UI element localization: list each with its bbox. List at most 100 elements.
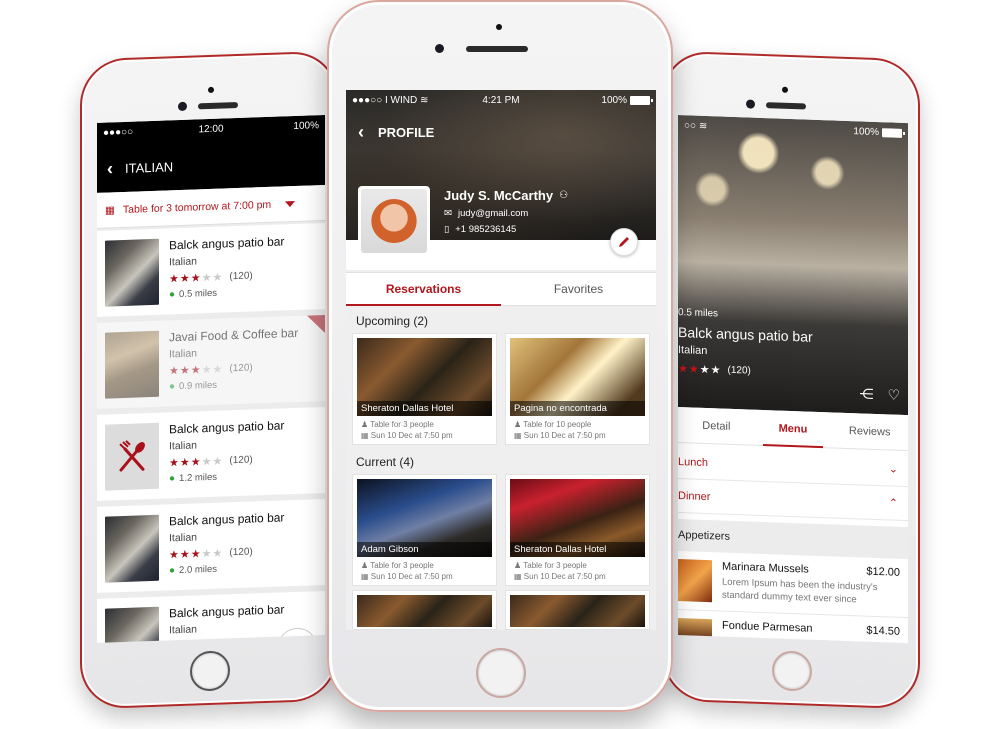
restaurant-thumbnail <box>105 238 159 307</box>
avatar <box>358 186 430 256</box>
mail-icon: ✉ <box>444 208 452 219</box>
party-size: Table for 10 people <box>523 420 592 429</box>
chevron-left-icon[interactable]: ‹ <box>358 122 364 143</box>
chevron-left-icon[interactable]: ‹ <box>107 158 113 179</box>
earpiece-speaker <box>766 102 806 110</box>
home-button[interactable] <box>476 648 526 698</box>
user-name: Judy S. McCarthy <box>444 188 554 203</box>
user-icon: ⚇ <box>559 190 569 201</box>
restaurant-category: Italian <box>169 531 198 545</box>
upcoming-heading: Upcoming (2) <box>356 314 429 328</box>
front-camera <box>746 99 755 109</box>
detail-tabs: Detail Menu Reviews <box>678 407 908 452</box>
list-item[interactable]: Javai Food & Coffee bar Italian ★ ★ ★ ★ ★ (12… <box>97 314 325 409</box>
list-item[interactable]: Balck angus patio bar Italian ★★★★★(120) <box>97 590 325 643</box>
status-bar: ●●●○○ 12:00 100% <box>97 115 325 143</box>
chevron-down-icon: ⌄ <box>888 463 898 476</box>
edit-profile-button[interactable] <box>610 228 638 256</box>
home-button[interactable] <box>772 650 812 692</box>
status-bar: ●●●○○ I WIND ≋ 4:21 PM 100% <box>346 90 656 110</box>
dish-image <box>678 559 712 603</box>
restaurant-thumbnail <box>105 422 159 491</box>
tab-reviews[interactable]: Reviews <box>831 412 908 450</box>
reservation-filter[interactable]: ▦ Table for 3 tomorrow at 7:00 pm <box>97 184 325 229</box>
restaurant-name: Balck angus patio bar <box>169 234 285 253</box>
user-email: judy@gmail.com <box>457 208 529 219</box>
review-count: (120) <box>727 364 751 377</box>
battery-icon <box>630 95 653 105</box>
restaurant-thumbnail <box>105 514 159 583</box>
distance: 2.0 miles <box>179 563 218 577</box>
restaurant-thumbnail <box>105 330 159 399</box>
dish-name: Fondue Parmesan <box>722 619 813 635</box>
filter-label: Table for 3 tomorrow at 7:00 pm <box>122 198 272 216</box>
menu-section-dinner[interactable]: Dinner ⌃ <box>678 479 908 522</box>
current-heading: Current (4) <box>356 455 415 469</box>
section-label: Lunch <box>678 455 708 469</box>
review-count: (120) <box>229 270 253 283</box>
status-time: 4:21 PM <box>482 94 520 106</box>
menu-content: Lunch ⌄ Dinner ⌃ Appetizers Marinara Mus… <box>678 445 908 644</box>
person-icon: ♟ <box>514 420 524 429</box>
user-info: Judy S. McCarthy ⚇ ✉ judy@gmail.com ▯ +1 98… <box>444 188 568 235</box>
reservation-card[interactable]: Sheraton Dallas Hotel ♟ Table for 3 peop… <box>505 474 650 586</box>
chevron-up-icon: ⌃ <box>888 497 898 510</box>
rating-stars: ★★★★★(120) <box>169 546 253 562</box>
restaurant-category: Italian <box>169 347 198 361</box>
reservation-date: Sun 10 Dec at 7:50 pm <box>523 431 606 440</box>
caret-down-icon <box>285 200 296 207</box>
restaurant-image: Sheraton Dallas Hotel <box>357 338 492 416</box>
calendar-icon: ▦ <box>361 431 371 440</box>
list-item[interactable]: Balck angus patio bar Italian ★ ★ ★ ★ ★ (120)… <box>97 222 325 317</box>
review-count: (120) <box>229 638 252 642</box>
restaurant-detail-screen: ○○ ≋ 100% 0.5 miles Balck angus patio ba… <box>678 115 908 644</box>
reservation-card[interactable]: Pagina no encontrada ♟ Table for 10 peop… <box>505 333 650 445</box>
section-label: Dinner <box>678 489 711 503</box>
heart-icon[interactable]: ♡ <box>887 386 900 403</box>
restaurant-image: Pagina no encontrada <box>510 338 645 416</box>
restaurant-thumbnail <box>105 606 159 643</box>
review-count: (120) <box>229 454 253 467</box>
phone-left: ●●●○○ 12:00 100% ‹ ITALIAN ▦ Table for 3… <box>80 50 338 710</box>
restaurant-name: Sheraton Dallas Hotel <box>357 401 492 416</box>
battery-icon <box>882 127 902 138</box>
reservation-card[interactable] <box>505 590 650 630</box>
cutlery-icon <box>119 440 145 472</box>
restaurant-name: Balck angus patio bar <box>169 418 285 437</box>
reservation-card[interactable] <box>352 590 497 630</box>
profile-screen: ●●●○○ I WIND ≋ 4:21 PM 100% ‹ PROFILE Ju… <box>346 90 656 630</box>
map-icon <box>288 638 306 643</box>
distance: 1.2 miles <box>179 471 218 485</box>
calendar-icon: ▦ <box>514 572 524 581</box>
location-pin-icon: ● <box>169 473 176 485</box>
distance: 0.9 miles <box>179 379 218 393</box>
restaurant-category: Italian <box>169 623 198 637</box>
reservation-card[interactable]: Adam Gibson ♟ Table for 3 people ▦ Sun 10… <box>352 474 497 586</box>
page-title: PROFILE <box>378 125 435 140</box>
share-icon[interactable]: ⋲ <box>859 385 873 402</box>
distance: 0.5 miles <box>678 307 719 320</box>
review-count: (120) <box>229 362 253 375</box>
list-item[interactable]: Balck angus patio bar Italian ★ ★ ★ ★ ★ (120)… <box>97 406 325 501</box>
tab-detail[interactable]: Detail <box>678 407 755 445</box>
page-title: ITALIAN <box>125 159 174 176</box>
restaurant-image <box>357 595 492 627</box>
restaurant-image: Adam Gibson <box>357 479 492 557</box>
earpiece-speaker <box>466 46 528 52</box>
earpiece-speaker <box>198 101 238 110</box>
sensor-dot <box>496 24 502 30</box>
rating-stars: ★ ★ ★ ★ (120) <box>678 363 751 377</box>
phone-right: ○○ ≋ 100% 0.5 miles Balck angus patio ba… <box>662 50 920 710</box>
tab-reservations[interactable]: Reservations <box>346 273 501 306</box>
restaurant-list: Balck angus patio bar Italian ★ ★ ★ ★ ★ (120)… <box>97 222 325 643</box>
dish-price: $12.00 <box>866 565 900 579</box>
tab-menu[interactable]: Menu <box>755 410 832 448</box>
tab-favorites[interactable]: Favorites <box>501 273 656 305</box>
mobile-icon: ▯ <box>444 224 450 235</box>
list-item[interactable]: Balck angus patio bar Italian ★ ★ ★ ★ ★ (120)… <box>97 498 325 593</box>
status-bar: ○○ ≋ 100% <box>678 115 908 143</box>
menu-item[interactable]: Marinara Mussels $12.00 Lorem Ipsum has b… <box>678 551 908 619</box>
reservation-card[interactable]: Sheraton Dallas Hotel ♟ Table for 3 peop… <box>352 333 497 445</box>
restaurant-image: Sheraton Dallas Hotel <box>510 479 645 557</box>
home-button[interactable] <box>190 650 230 692</box>
